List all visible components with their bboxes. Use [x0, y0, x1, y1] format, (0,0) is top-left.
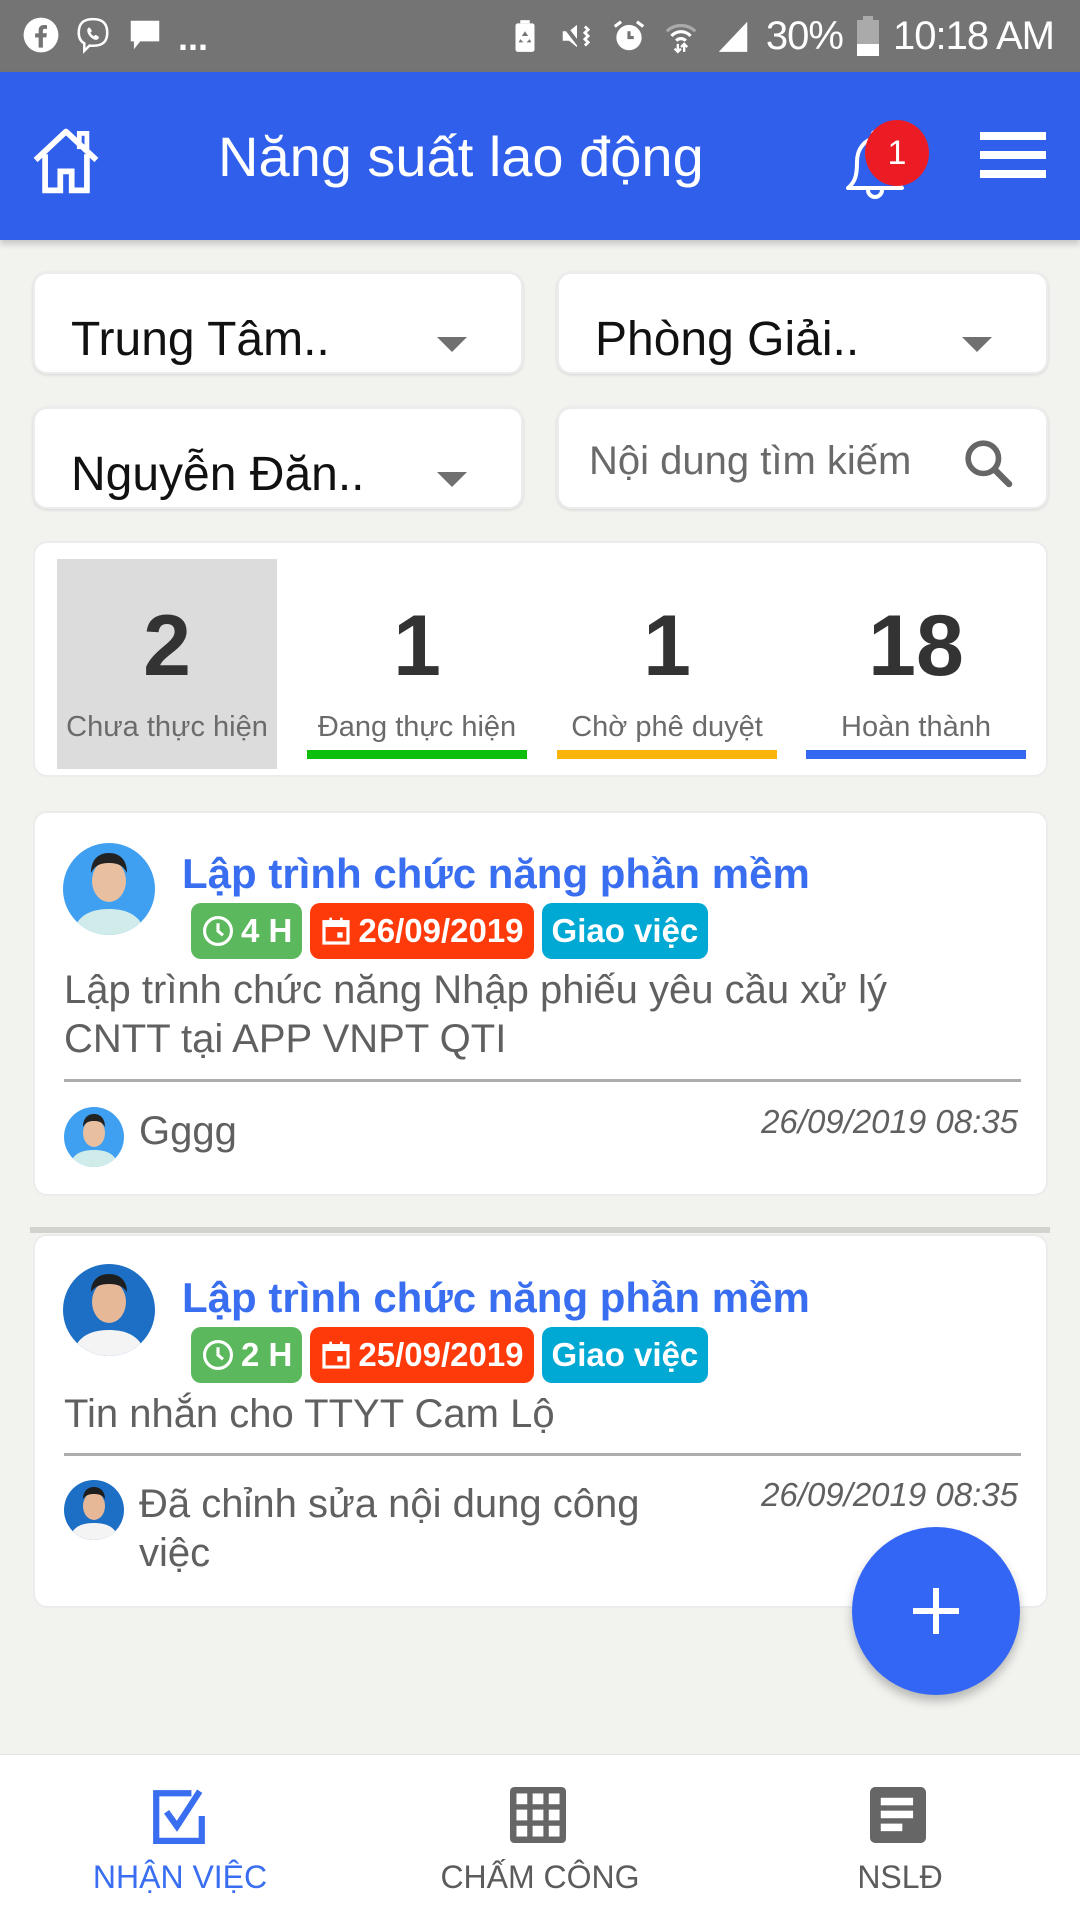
- bottom-navigation: NHẬN VIỆC CHẤM CÔNG NSLĐ: [0, 1754, 1080, 1920]
- stat-count: 1: [643, 598, 691, 694]
- department-dropdown[interactable]: Phòng Giải..: [557, 272, 1048, 374]
- comment-timestamp: 26/09/2019 08:35: [761, 1476, 1018, 1513]
- nav-timekeeping[interactable]: CHẤM CÔNG: [360, 1755, 720, 1920]
- facebook-icon: [23, 17, 59, 53]
- center-dropdown[interactable]: Trung Tâm..: [33, 272, 523, 374]
- battery-icon: [856, 16, 879, 56]
- divider: [64, 1079, 1021, 1082]
- chevron-down-icon: [962, 337, 992, 352]
- commenter-avatar: [64, 1480, 124, 1540]
- stat-in-progress[interactable]: 1 Đang thực hiện: [307, 559, 527, 769]
- center-dropdown-value: Trung Tâm..: [71, 313, 330, 366]
- stat-count: 2: [143, 598, 191, 694]
- chevron-down-icon: [437, 337, 467, 352]
- notification-badge[interactable]: 1: [865, 120, 929, 186]
- latest-comment: Gggg: [139, 1109, 237, 1153]
- stat-count: 18: [868, 598, 964, 694]
- task-description: Tin nhắn cho TTYT Cam Lộ: [64, 1392, 555, 1436]
- calendar-icon: [322, 1341, 350, 1369]
- stat-not-started[interactable]: 2 Chưa thực hiện: [57, 559, 277, 769]
- grid-icon: [510, 1787, 566, 1843]
- stat-underline: [307, 750, 527, 759]
- home-icon[interactable]: [28, 122, 104, 198]
- stat-underline: [557, 750, 777, 759]
- hours-tag: 4 H: [191, 903, 303, 959]
- stat-completed[interactable]: 18 Hoàn thành: [806, 559, 1026, 769]
- more-notifications: ...: [178, 17, 209, 58]
- commenter-avatar: [64, 1107, 124, 1167]
- date-tag: 26/09/2019: [310, 903, 534, 959]
- stat-pending-approval[interactable]: 1 Chờ phê duyệt: [557, 559, 777, 769]
- comment-timestamp: 26/09/2019 08:35: [761, 1103, 1018, 1140]
- app-bar: Năng suất lao động 1: [0, 72, 1080, 240]
- stat-label: Hoàn thành: [841, 711, 991, 743]
- task-tags: 4 H 26/09/2019 Giao việc: [191, 903, 709, 959]
- department-dropdown-value: Phòng Giải..: [595, 313, 860, 366]
- search-input[interactable]: Nội dung tìm kiếm: [557, 407, 1048, 509]
- task-card[interactable]: Lập trình chức năng phần mềm 4 H 26/09/2…: [33, 811, 1048, 1196]
- list-document-icon: [870, 1787, 926, 1843]
- viber-icon: [77, 17, 109, 54]
- hours-tag: 2 H: [191, 1327, 303, 1383]
- stat-underline: [806, 750, 1026, 759]
- employee-dropdown-value: Nguyễn Đăn..: [71, 448, 365, 501]
- type-tag: Giao việc: [541, 1327, 709, 1383]
- latest-comment: Đã chỉnh sửa nội dung công việc: [139, 1482, 640, 1575]
- stat-label: Chờ phê duyệt: [571, 711, 763, 743]
- menu-icon[interactable]: [980, 132, 1046, 182]
- page-title: Năng suất lao động: [218, 125, 704, 188]
- search-icon[interactable]: [960, 435, 1016, 491]
- avatar: [63, 843, 155, 935]
- nav-label: NHẬN VIỆC: [92, 1859, 268, 1895]
- vibrate-mute-icon: [559, 20, 591, 52]
- status-summary: 2 Chưa thực hiện 1 Đang thực hiện 1 Chờ …: [33, 541, 1048, 777]
- chevron-down-icon: [437, 472, 467, 487]
- nav-label: NSLĐ: [857, 1859, 943, 1895]
- battery-saver-icon: [515, 20, 535, 52]
- calendar-icon: [322, 917, 350, 945]
- stat-count: 1: [393, 598, 441, 694]
- employee-dropdown[interactable]: Nguyễn Đăn..: [33, 407, 523, 509]
- wifi-icon: [665, 24, 697, 54]
- clock-icon: [202, 915, 234, 947]
- task-title[interactable]: Lập trình chức năng phần mềm: [182, 1274, 810, 1322]
- date-tag: 25/09/2019: [310, 1327, 534, 1383]
- stat-label: Chưa thực hiện: [66, 711, 268, 743]
- signal-icon: [718, 21, 748, 52]
- nav-receive-tasks[interactable]: NHẬN VIỆC: [0, 1755, 360, 1920]
- type-tag: Giao việc: [541, 903, 709, 959]
- date-value: 26/09/2019: [358, 912, 524, 949]
- date-value: 25/09/2019: [358, 1336, 524, 1373]
- nav-productivity[interactable]: NSLĐ: [720, 1755, 1080, 1920]
- hours-value: 4 H: [241, 912, 293, 949]
- clock-icon: [202, 1339, 234, 1371]
- message-icon: [130, 20, 160, 50]
- avatar: [63, 1264, 155, 1356]
- hours-value: 2 H: [241, 1336, 293, 1373]
- divider: [64, 1453, 1021, 1456]
- status-bar: ... 30% 10:18 AM: [0, 0, 1080, 72]
- search-placeholder: Nội dung tìm kiếm: [589, 439, 912, 483]
- task-tags: 2 H 25/09/2019 Giao việc: [191, 1327, 709, 1383]
- battery-level: 30%: [765, 13, 844, 58]
- nav-label: CHẤM CÔNG: [440, 1859, 640, 1895]
- stat-label: Đang thực hiện: [317, 711, 517, 743]
- list-separator: [30, 1227, 1050, 1233]
- clock: 10:18 AM: [892, 13, 1055, 58]
- checkbox-icon: [153, 1789, 205, 1844]
- task-title[interactable]: Lập trình chức năng phần mềm: [182, 850, 810, 898]
- add-task-button[interactable]: [852, 1527, 1020, 1695]
- alarm-icon: [613, 20, 645, 51]
- task-description: Lập trình chức năng Nhập phiếu yêu cầu x…: [64, 968, 887, 1061]
